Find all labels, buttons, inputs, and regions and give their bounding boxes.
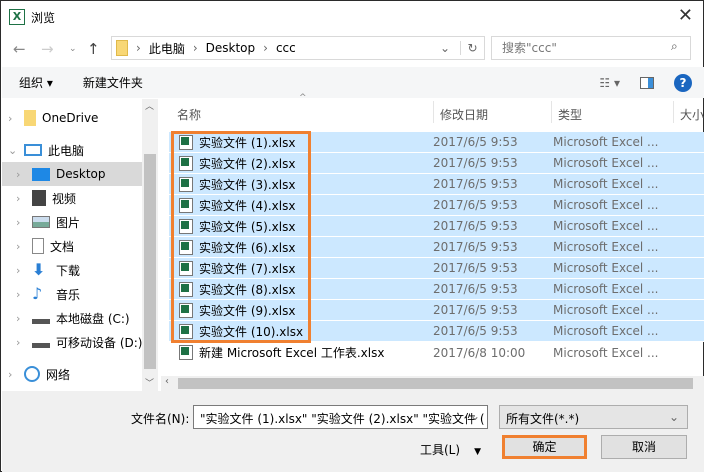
file-name: 新建 Microsoft Excel 工作表.xlsx [199,346,385,360]
dropdown-arrow-icon: ▼ [474,447,481,457]
recent-dropdown[interactable]: ⌄ [69,37,77,61]
file-dialog: X 浏览 ✕ ← → ⌄ ↑ › 此电脑 › Desktop › ccc ⌄ ↻… [0,0,704,472]
file-type-value: 所有文件(*.*) [506,412,580,426]
address-dropdown-icon[interactable]: ⌄ [440,41,460,55]
sidebar-item-this-pc[interactable]: ⌄ 此电脑 [8,138,84,162]
column-header-name[interactable]: 名称 [169,101,433,123]
file-date: 2017/6/5 9:53 [433,261,518,275]
tools-button[interactable]: 工具(L) ▼ [420,441,481,458]
sidebar-item-videos[interactable]: › 视频 [16,186,76,210]
nav-scrollbar[interactable]: ︿ ﹀ [142,99,158,391]
file-row[interactable]: 新建 Microsoft Excel 工作表.xlsx 2017/6/8 10:0… [169,342,704,363]
scroll-thumb[interactable] [144,154,156,369]
video-icon [32,190,46,206]
file-type: Microsoft Excel ... [553,177,659,191]
music-icon: ♪ [32,284,43,303]
file-date: 2017/6/5 9:53 [433,303,518,317]
dialog-title: 浏览 [31,10,56,25]
scroll-thumb[interactable] [178,378,693,389]
address-bar[interactable]: › 此电脑 › Desktop › ccc ⌄ ↻ [111,36,485,60]
help-icon[interactable]: ? [674,73,692,92]
document-icon [32,238,44,254]
excel-file-icon [179,345,193,360]
cancel-button[interactable]: 取消 [601,435,687,459]
sidebar-item-onedrive[interactable]: › OneDrive [8,106,98,130]
organize-button[interactable]: 组织 ▾ [19,74,53,91]
breadcrumb-item[interactable]: Desktop [206,41,256,55]
column-header-type[interactable]: 类型 [551,101,673,123]
back-button[interactable]: ← [13,37,26,61]
computer-icon [24,144,42,156]
breadcrumb-item[interactable]: 此电脑 [149,40,185,57]
view-options-icon[interactable]: ☷ ▾ [599,76,620,90]
file-date: 2017/6/5 9:53 [433,177,518,191]
refresh-icon[interactable]: ↻ [460,41,484,55]
folder-icon [24,110,36,126]
horizontal-scrollbar[interactable]: ‹ [161,376,704,391]
navigation-pane: › OneDrive ⌄ 此电脑 › Desktop › 视频 › 图片 › 文档 › ⬇ 下载… [2,99,142,391]
sidebar-item-drive-c[interactable]: › 本地磁盘 (C:) [16,306,130,330]
search-icon: ⌕ [671,39,678,53]
file-type: Microsoft Excel ... [553,156,659,170]
file-type: Microsoft Excel ... [553,240,659,254]
toolbar: 组织 ▾ 新建文件夹 ☷ ▾ ? [2,67,704,98]
breadcrumb-item[interactable]: ccc [276,41,296,55]
file-date: 2017/6/5 9:53 [433,240,518,254]
new-folder-button[interactable]: 新建文件夹 [83,74,143,91]
column-header-size[interactable]: 大小 [673,101,704,123]
up-button[interactable]: ↑ [87,37,100,61]
sidebar-item-network[interactable]: › 网络 [8,362,70,386]
ok-button[interactable]: 确定 [502,435,587,459]
file-type: Microsoft Excel ... [553,219,659,233]
picture-icon [32,216,50,228]
close-button[interactable]: ✕ [678,5,693,26]
file-date: 2017/6/5 9:53 [433,156,518,170]
filename-label: 文件名(N): [131,412,190,426]
filename-input[interactable]: "实验文件 (1).xlsx" "实验文件 (2).xlsx" "实验文件 ( [193,405,488,429]
sidebar-item-drive-d[interactable]: › 可移动设备 (D:) [16,330,142,354]
folder-icon [116,40,128,56]
column-header-date[interactable]: 修改日期 [433,101,551,123]
file-date: 2017/6/5 9:53 [433,282,518,296]
file-type: Microsoft Excel ... [553,198,659,212]
file-name-cell: 新建 Microsoft Excel 工作表.xlsx [169,344,433,361]
title-bar: X 浏览 [9,7,55,27]
selection-highlight-box [171,131,311,343]
file-type: Microsoft Excel ... [553,324,659,338]
file-type: Microsoft Excel ... [553,135,659,149]
sidebar-item-documents[interactable]: › 文档 [16,234,74,258]
dialog-footer: 文件名(N): "实验文件 (1).xlsx" "实验文件 (2).xlsx" … [2,391,704,472]
file-date: 2017/6/8 10:00 [433,345,526,360]
sidebar-item-desktop[interactable]: › Desktop [2,162,142,186]
preview-pane-icon[interactable] [640,76,654,89]
sidebar-item-music[interactable]: › ♪ 音乐 [16,282,80,306]
removable-drive-icon [32,336,50,348]
filename-dropdown-icon[interactable]: ⌄ [470,409,480,423]
sidebar-item-downloads[interactable]: › ⬇ 下载 [16,258,80,282]
file-type-select[interactable]: 所有文件(*.*) ⌄ [499,405,688,429]
download-icon: ⬇ [32,260,46,279]
network-icon [24,366,40,382]
drive-icon [32,312,50,324]
excel-icon: X [9,9,25,25]
file-date: 2017/6/5 9:53 [433,198,518,212]
file-date: 2017/6/5 9:53 [433,219,518,233]
file-type: Microsoft Excel ... [553,345,659,360]
desktop-icon [32,167,50,181]
file-type: Microsoft Excel ... [553,303,659,317]
file-date: 2017/6/5 9:53 [433,135,518,149]
tools-label: 工具(L) [420,443,461,457]
file-type: Microsoft Excel ... [553,282,659,296]
sidebar-item-pictures[interactable]: › 图片 [16,210,80,234]
forward-button[interactable]: → [41,37,54,61]
file-date: 2017/6/5 9:53 [433,324,518,338]
search-input[interactable]: 搜索"ccc" [491,36,691,60]
file-type: Microsoft Excel ... [553,261,659,275]
